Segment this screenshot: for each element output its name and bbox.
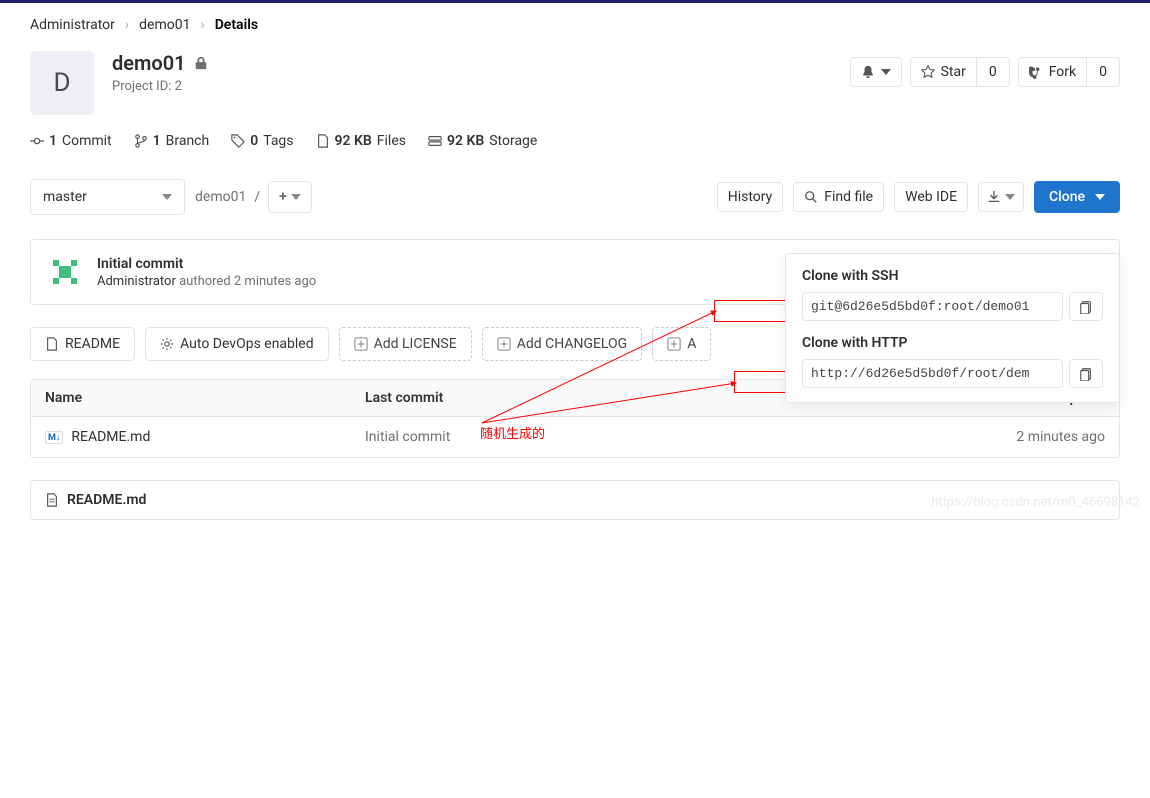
lock-icon: [194, 56, 208, 70]
plus-square-icon: [354, 337, 368, 351]
stat-branches[interactable]: 1 Branch: [134, 133, 210, 149]
table-row[interactable]: M↓ README.md Initial commit 2 minutes ag…: [31, 417, 1119, 457]
clone-ssh-label: Clone with SSH: [802, 268, 1103, 284]
file-icon: [45, 337, 59, 351]
chevron-right-icon: ›: [200, 17, 204, 33]
stat-storage[interactable]: 92 KB Storage: [428, 133, 537, 149]
clone-button[interactable]: Clone: [1034, 181, 1120, 213]
caret-down-icon: [291, 194, 301, 200]
file-updated: 2 minutes ago: [905, 429, 1105, 445]
file-commit[interactable]: Initial commit: [365, 429, 905, 445]
file-icon: [316, 134, 330, 148]
add-license[interactable]: Add LICENSE: [339, 327, 472, 361]
project-stats: 1 Commit 1 Branch 0 Tags 92 KB Files 92 …: [30, 133, 1120, 149]
star-count[interactable]: 0: [977, 57, 1010, 87]
file-icon: [45, 493, 59, 507]
avatar: [47, 254, 83, 290]
path: demo01 / +: [195, 181, 312, 213]
clone-popover: Clone with SSH Clone with HTTP: [785, 253, 1120, 403]
caret-down-icon: [1095, 194, 1105, 200]
storage-icon: [428, 134, 442, 148]
stat-files[interactable]: 92 KB Files: [316, 133, 406, 149]
th-name: Name: [45, 390, 365, 406]
add-changelog[interactable]: Add CHANGELOG: [482, 327, 643, 361]
tag-icon: [231, 134, 245, 148]
caret-down-icon: [881, 69, 891, 75]
breadcrumb-current: Details: [215, 17, 258, 33]
breadcrumb-admin[interactable]: Administrator: [30, 17, 115, 33]
notifications-button[interactable]: [850, 57, 902, 87]
fork-label: Fork: [1049, 64, 1076, 80]
plus-square-icon: [667, 337, 681, 351]
stat-tags[interactable]: 0 Tags: [231, 133, 293, 149]
clipboard-icon: [1079, 300, 1093, 314]
branch-icon: [134, 134, 148, 148]
clone-http-input[interactable]: [802, 359, 1063, 388]
markdown-icon: M↓: [45, 431, 63, 444]
path-sep: /: [254, 189, 260, 205]
gear-icon: [160, 337, 174, 351]
project-title: demo01: [112, 51, 186, 75]
download-icon: [987, 190, 1001, 204]
plus-icon: +: [279, 189, 287, 205]
clone-http-label: Clone with HTTP: [802, 335, 1103, 351]
bell-icon: [861, 65, 875, 79]
add-dropdown[interactable]: +: [268, 181, 312, 213]
readme-shortcut[interactable]: README: [30, 327, 135, 361]
clone-ssh-input[interactable]: [802, 292, 1063, 321]
star-icon: [921, 65, 935, 79]
chevron-right-icon: ›: [125, 17, 129, 33]
clipboard-icon: [1079, 367, 1093, 381]
fork-count[interactable]: 0: [1087, 57, 1120, 87]
star-button-group: Star 0: [910, 57, 1010, 87]
watermark: https://blog.csdn.net/m0_46698142: [931, 495, 1140, 510]
readme-title: README.md: [67, 492, 146, 508]
caret-down-icon: [1005, 194, 1015, 200]
search-icon: [804, 190, 818, 204]
project-avatar: D: [30, 51, 94, 115]
star-label: Star: [941, 64, 966, 80]
commit-message[interactable]: Initial commit: [97, 256, 316, 272]
breadcrumb: Administrator › demo01 › Details: [30, 11, 1120, 51]
breadcrumb-project[interactable]: demo01: [139, 17, 190, 33]
fork-icon: [1029, 65, 1043, 79]
copy-ssh-button[interactable]: [1069, 292, 1103, 321]
branch-select-value: master: [43, 189, 87, 205]
project-id: Project ID: 2: [112, 79, 208, 94]
web-ide-button[interactable]: Web IDE: [894, 182, 968, 212]
file-link[interactable]: M↓ README.md: [45, 429, 365, 445]
history-button[interactable]: History: [717, 182, 784, 212]
commit-icon: [30, 134, 44, 148]
copy-http-button[interactable]: [1069, 359, 1103, 388]
find-file-button[interactable]: Find file: [793, 182, 884, 212]
stat-commits[interactable]: 1 Commit: [30, 133, 112, 149]
download-button[interactable]: [978, 182, 1024, 212]
fork-button[interactable]: Fork: [1018, 57, 1087, 87]
commit-meta: Administrator authored 2 minutes ago: [97, 274, 316, 289]
star-button[interactable]: Star: [910, 57, 977, 87]
caret-down-icon: [162, 194, 172, 200]
fork-button-group: Fork 0: [1018, 57, 1120, 87]
plus-square-icon: [497, 337, 511, 351]
branch-select[interactable]: master: [30, 179, 185, 215]
path-project[interactable]: demo01: [195, 189, 246, 205]
devops-shortcut[interactable]: Auto DevOps enabled: [145, 327, 329, 361]
add-more[interactable]: A: [652, 327, 711, 361]
